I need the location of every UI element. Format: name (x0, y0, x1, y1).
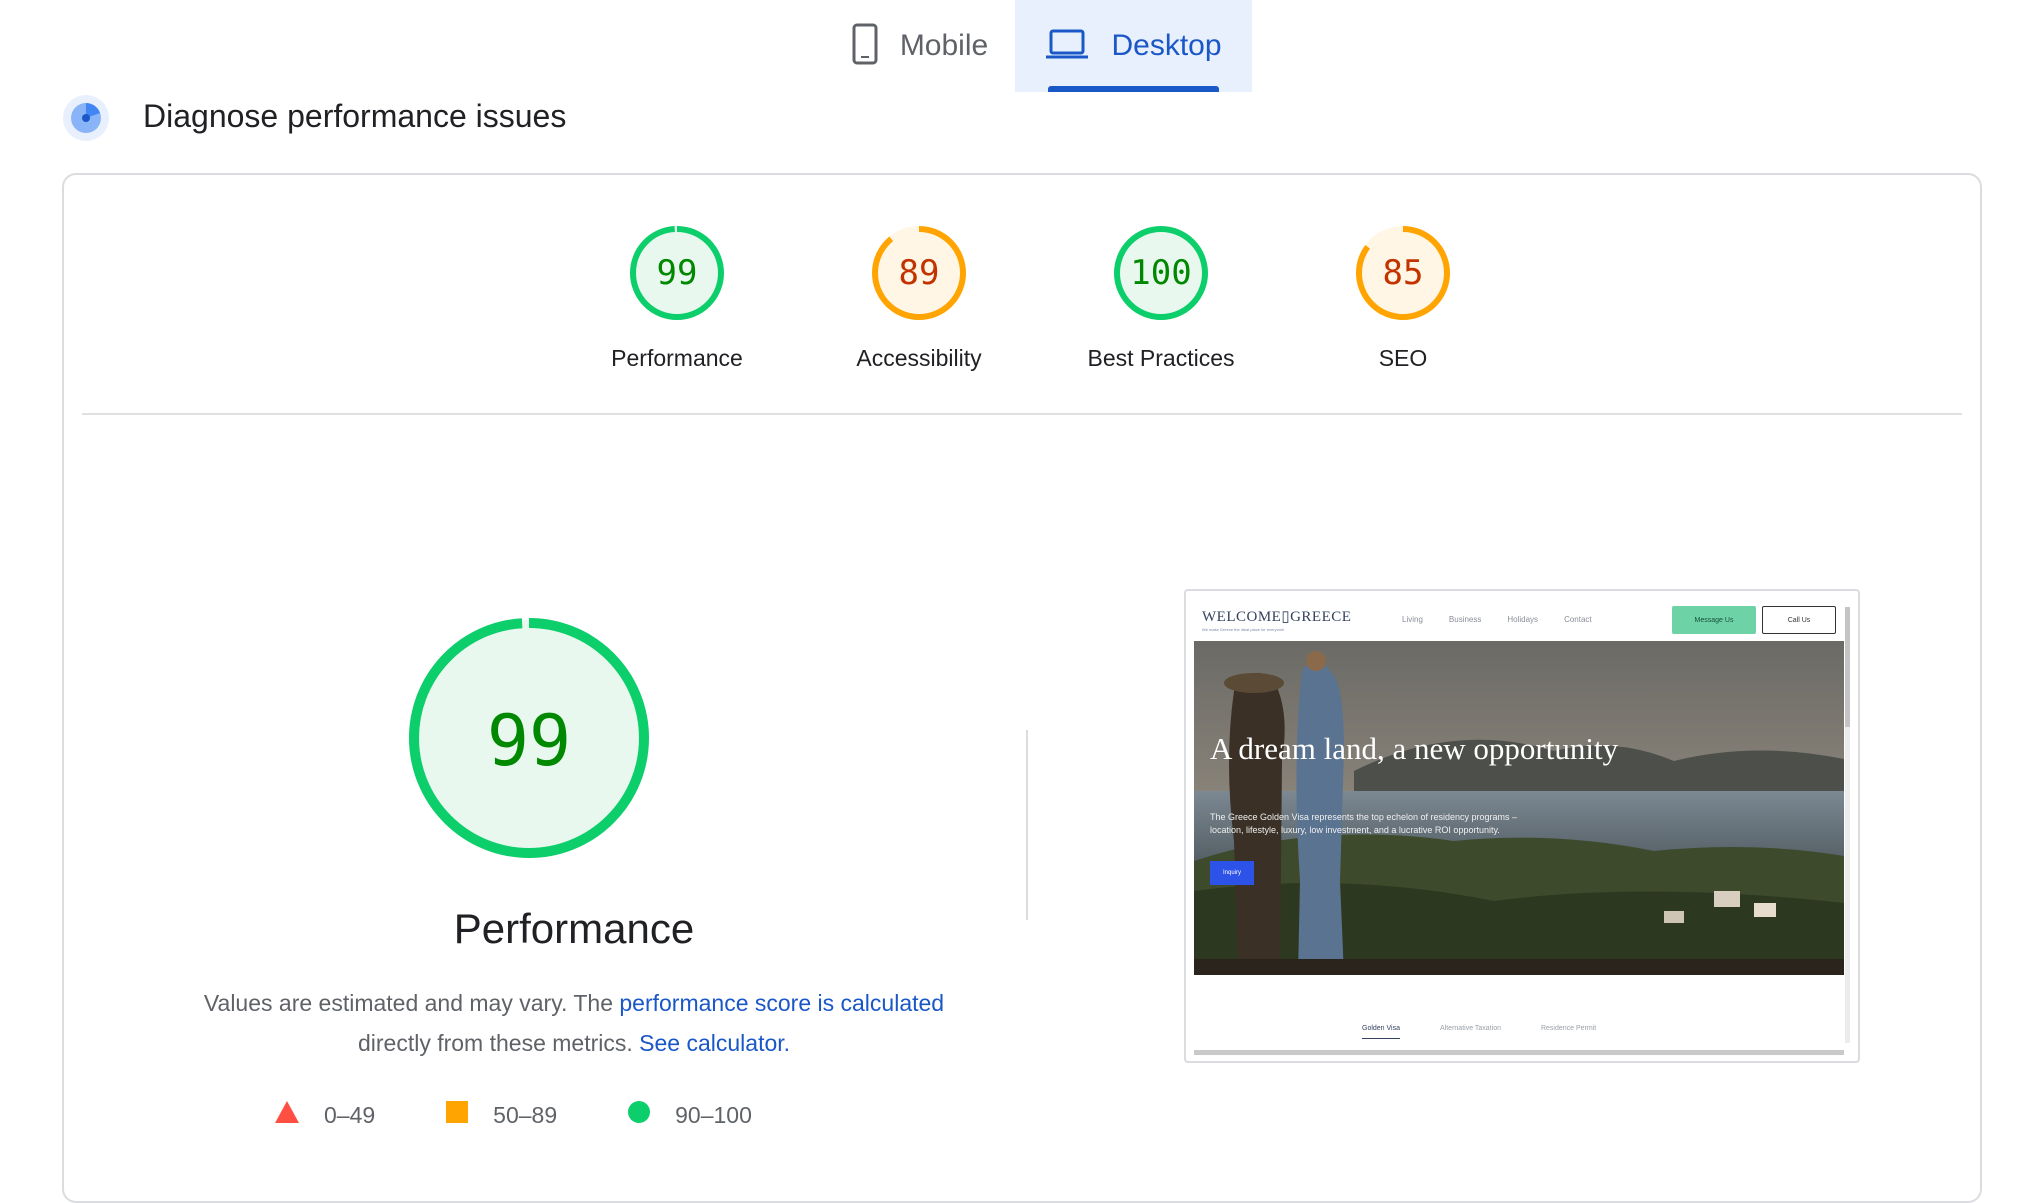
site-logo: WELCOME▯GREECE (1202, 609, 1352, 625)
gauge-label: Accessibility (856, 345, 982, 371)
site-horizontal-scrollbar (1194, 1050, 1844, 1055)
score-value: 89 (899, 253, 940, 293)
legend-range: 0–49 (324, 1101, 376, 1128)
report-card: 99 Performance 89 Accessibility 100 Best… (62, 173, 1982, 1203)
site-vertical-scrollbar (1845, 607, 1850, 1043)
gauge-best-practices[interactable]: 100 Best Practices (1061, 223, 1261, 372)
site-hero-title: A dream land, a new opportunity (1210, 731, 1619, 766)
diagnose-icon (62, 94, 110, 142)
site-tagline: We make Greece the ideal place for every… (1202, 627, 1285, 632)
performance-score-gauge: 99 (409, 618, 649, 858)
page-screenshot[interactable]: WELCOME▯GREECE We make Greece the ideal … (1184, 589, 1860, 1063)
diagnose-title: Diagnose performance issues (143, 98, 567, 134)
legend-range: 50–89 (493, 1101, 558, 1128)
site-call-button: Call Us (1762, 606, 1836, 634)
score-value: 100 (1130, 253, 1191, 293)
site-nav: Living Business Holidays Contact (1402, 615, 1618, 624)
hero-photo (1194, 641, 1844, 975)
tab-mobile[interactable]: Mobile (820, 0, 1020, 92)
score-value: 99 (657, 253, 698, 293)
site-hero-text: The Greece Golden Visa represents the to… (1210, 812, 1518, 835)
site-nav-item: Living (1402, 615, 1423, 624)
site-hero: A dream land, a new opportunity The Gree… (1194, 641, 1844, 975)
site-message-button: Message Us (1672, 606, 1756, 634)
legend-range: 90–100 (675, 1101, 752, 1128)
score-ring: 85 (1356, 226, 1450, 320)
triangle-icon (274, 1100, 300, 1130)
gauge-performance[interactable]: 99 Performance (577, 223, 777, 372)
square-icon (445, 1100, 469, 1130)
legend-item-average: 50–89 (445, 1100, 557, 1130)
vertical-divider (1026, 730, 1028, 920)
laptop-icon (1045, 28, 1089, 65)
site-tab: Residence Permit (1540, 1025, 1597, 1032)
desc-text: directly from these metrics. (357, 1030, 640, 1056)
scrollbar-thumb (1845, 607, 1850, 727)
category-gauges: 99 Performance 89 Accessibility 100 Best… (64, 175, 1980, 415)
score-value: 85 (1383, 253, 1424, 293)
performance-description: Values are estimated and may vary. The p… (124, 983, 1024, 1063)
gauge-label: SEO (1378, 345, 1428, 371)
gauge-label: Performance (611, 345, 743, 371)
site-tab: Golden Visa (1362, 1025, 1401, 1039)
gauge-accessibility[interactable]: 89 Accessibility (819, 223, 1019, 372)
site-nav-item: Business (1448, 615, 1482, 624)
see-calculator-link[interactable]: See calculator. (639, 1030, 790, 1056)
gauge-seo[interactable]: 85 SEO (1303, 223, 1503, 372)
tab-selected-indicator (1048, 86, 1219, 92)
divider (82, 413, 1962, 415)
score-calculation-link[interactable]: performance score is calculated (619, 990, 944, 1016)
site-nav-item: Holidays (1507, 615, 1539, 624)
site-tabs: Golden Visa Alternative Taxation Residen… (1362, 1025, 1636, 1039)
site-inquiry-button: Inquiry (1210, 861, 1254, 885)
score-ring: 99 (630, 226, 724, 320)
tab-desktop[interactable]: Desktop (1015, 0, 1252, 92)
score-legend: 0–49 50–89 90–100 (274, 1100, 822, 1130)
circle-icon (627, 1100, 651, 1130)
score-ring: 100 (1114, 226, 1208, 320)
legend-item-pass: 90–100 (627, 1100, 752, 1130)
performance-title: Performance (453, 905, 695, 952)
tab-mobile-label: Mobile (899, 29, 989, 62)
site-tab: Alternative Taxation (1440, 1025, 1501, 1032)
score-ring: 89 (872, 226, 966, 320)
tab-desktop-label: Desktop (1111, 29, 1222, 62)
legend-item-fail: 0–49 (274, 1100, 375, 1130)
desc-text: Values are estimated and may vary. The (203, 990, 620, 1016)
smartphone-icon (852, 23, 878, 70)
gauge-label: Best Practices (1087, 345, 1235, 371)
site-nav-item: Contact (1564, 615, 1592, 624)
performance-score-value: 99 (487, 700, 571, 782)
